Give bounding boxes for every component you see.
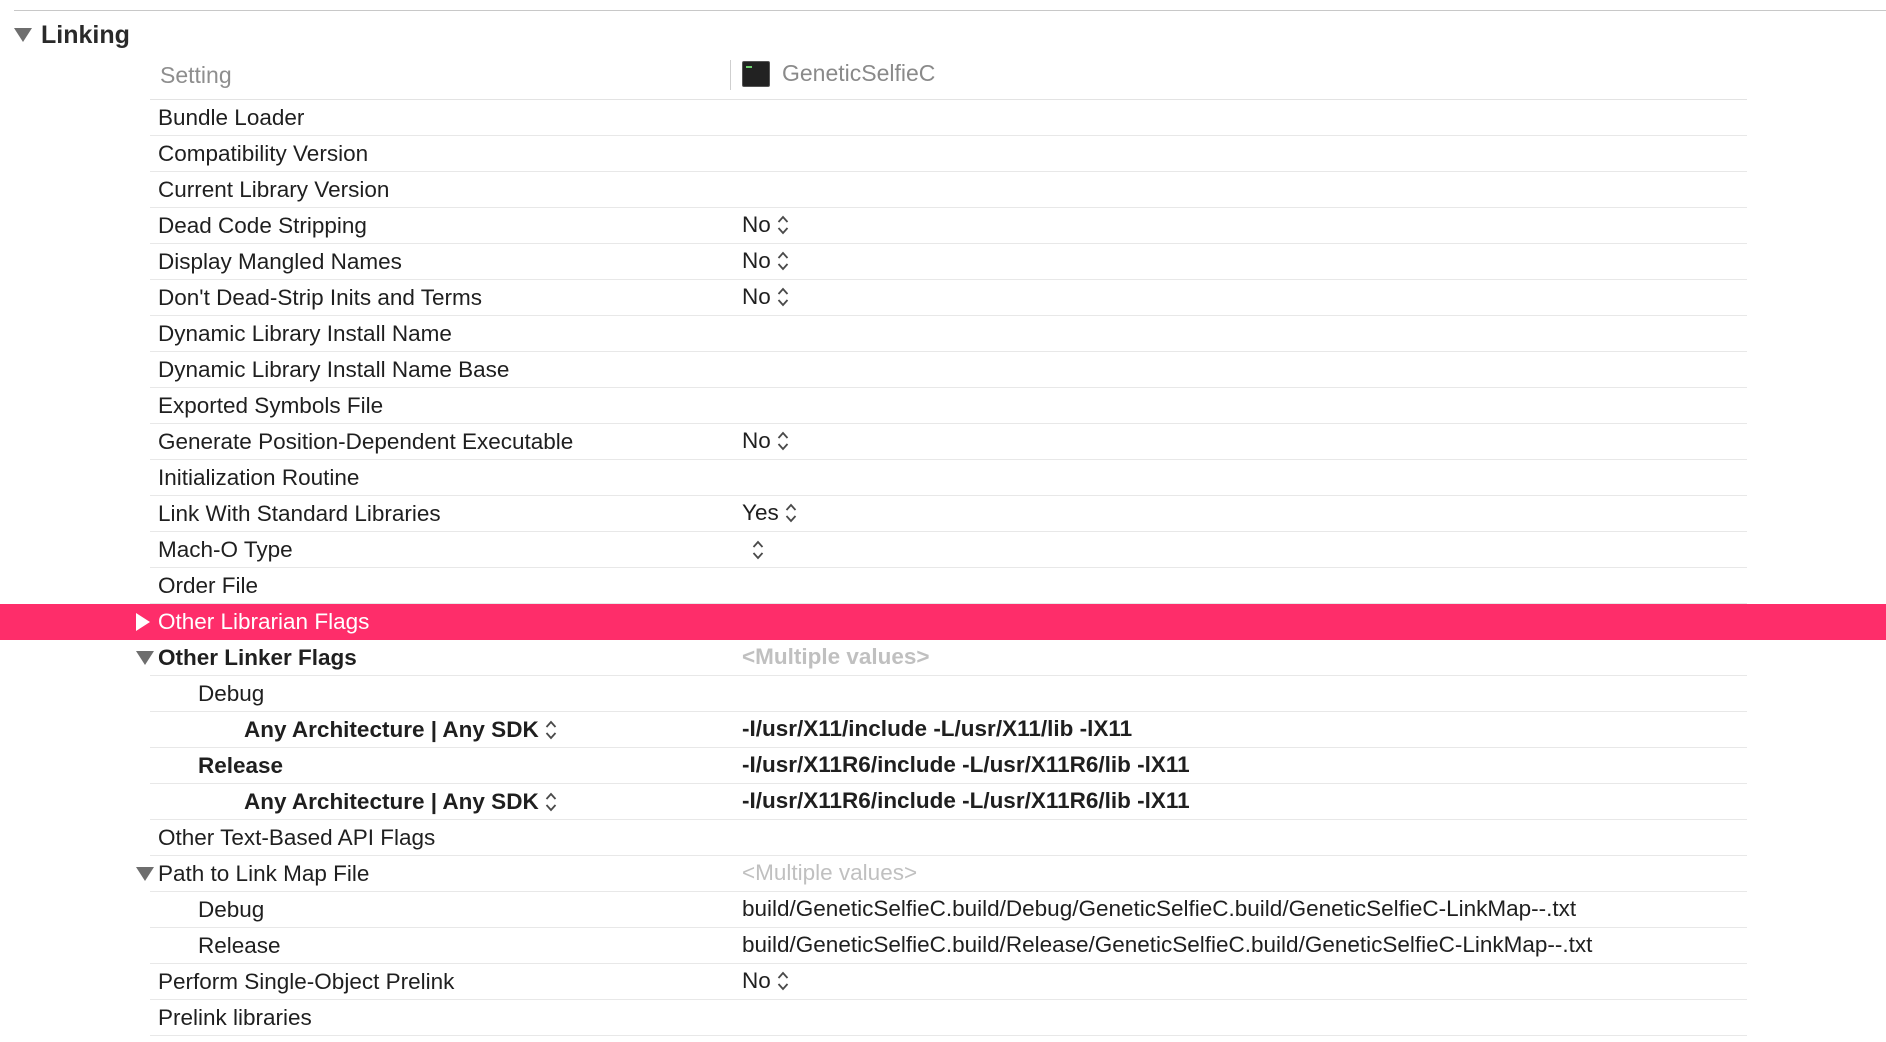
setting-value-multiple[interactable]: <Multiple values> — [742, 640, 930, 676]
stepper-chevron-icon — [777, 430, 789, 452]
setting-value[interactable]: -I/usr/X11/include -L/usr/X11/lib -lX11 — [742, 712, 1132, 748]
setting-label: Perform Single-Object Prelink — [158, 969, 455, 994]
value-popup[interactable]: No — [742, 280, 789, 316]
value-popup[interactable]: Yes — [742, 496, 797, 532]
target-column-header[interactable]: GeneticSelfieC — [742, 60, 935, 87]
setting-label: Bundle Loader — [158, 105, 305, 130]
setting-label: Dead Code Stripping — [158, 213, 367, 238]
setting-row-dylib-install-name[interactable]: Dynamic Library Install Name — [0, 316, 1886, 352]
setting-row-prelink-libraries[interactable]: Prelink libraries — [0, 1000, 1886, 1036]
settings-column-header: Setting GeneticSelfieC — [150, 52, 1747, 100]
setting-row-position-dependent-executable[interactable]: Generate Position-Dependent Executable N… — [0, 424, 1886, 460]
setting-label: Dynamic Library Install Name — [158, 321, 452, 346]
config-row-debug[interactable]: Debug build/GeneticSelfieC.build/Debug/G… — [0, 892, 1886, 928]
setting-label: Path to Link Map File — [158, 861, 370, 886]
value-popup[interactable]: No — [742, 424, 789, 460]
setting-label: Mach-O Type — [158, 537, 293, 562]
setting-label: Order File — [158, 573, 259, 598]
condition-label: Any Architecture | Any SDK — [244, 789, 539, 814]
setting-label: Prelink libraries — [158, 1005, 312, 1030]
terminal-app-icon — [742, 60, 770, 87]
setting-label: Other Librarian Flags — [158, 609, 370, 634]
disclosure-triangle-collapsed-icon[interactable] — [136, 604, 150, 640]
setting-label: Link With Standard Libraries — [158, 501, 441, 526]
setting-value: Yes — [742, 500, 779, 525]
disclosure-triangle-expanded-icon[interactable] — [14, 28, 32, 42]
config-row-release[interactable]: Release build/GeneticSelfieC.build/Relea… — [0, 928, 1886, 964]
config-label: Debug — [198, 681, 265, 706]
setting-row-dead-code-stripping[interactable]: Dead Code Stripping No — [0, 208, 1886, 244]
setting-label: Exported Symbols File — [158, 393, 384, 418]
setting-column-label: Setting — [160, 62, 232, 88]
value-popup[interactable]: No — [742, 208, 789, 244]
config-label: Release — [198, 753, 284, 778]
setting-value: No — [742, 212, 771, 237]
setting-row-path-link-map-file[interactable]: Path to Link Map File <Multiple values> — [0, 856, 1886, 892]
setting-value[interactable]: -I/usr/X11R6/include -L/usr/X11R6/lib -l… — [742, 748, 1190, 784]
value-popup[interactable]: No — [742, 244, 789, 280]
stepper-chevron-icon — [545, 791, 557, 813]
config-label: Release — [198, 933, 281, 958]
section-header-linking[interactable]: Linking — [14, 18, 130, 52]
setting-value[interactable]: build/GeneticSelfieC.build/Debug/Genetic… — [742, 892, 1576, 928]
setting-row-mach-o-type[interactable]: Mach-O Type — [0, 532, 1886, 568]
setting-label: Display Mangled Names — [158, 249, 402, 274]
setting-label: Other Linker Flags — [158, 645, 357, 670]
settings-table: Bundle Loader Compatibility Version Curr… — [0, 100, 1886, 1036]
stepper-chevron-icon — [777, 214, 789, 236]
setting-row-exported-symbols-file[interactable]: Exported Symbols File — [0, 388, 1886, 424]
setting-row-display-mangled-names[interactable]: Display Mangled Names No — [0, 244, 1886, 280]
setting-value: No — [742, 248, 771, 273]
condition-row-any-arch-sdk[interactable]: Any Architecture | Any SDK -I/usr/X11/in… — [0, 712, 1886, 748]
config-row-debug[interactable]: Debug — [0, 676, 1886, 712]
disclosure-triangle-expanded-icon[interactable] — [136, 640, 154, 676]
setting-row-dylib-install-name-base[interactable]: Dynamic Library Install Name Base — [0, 352, 1886, 388]
setting-row-link-standard-libraries[interactable]: Link With Standard Libraries Yes — [0, 496, 1886, 532]
setting-row-bundle-loader[interactable]: Bundle Loader — [0, 100, 1886, 136]
setting-label: Don't Dead-Strip Inits and Terms — [158, 285, 483, 310]
setting-row-single-object-prelink[interactable]: Perform Single-Object Prelink No — [0, 964, 1886, 1000]
setting-label: Compatibility Version — [158, 141, 369, 166]
stepper-chevron-icon — [777, 970, 789, 992]
setting-row-dont-dead-strip-inits[interactable]: Don't Dead-Strip Inits and Terms No — [0, 280, 1886, 316]
setting-label: Generate Position-Dependent Executable — [158, 429, 574, 454]
setting-row-other-linker-flags[interactable]: Other Linker Flags <Multiple values> — [0, 640, 1886, 676]
column-divider[interactable] — [730, 60, 731, 90]
setting-row-initialization-routine[interactable]: Initialization Routine — [0, 460, 1886, 496]
target-name: GeneticSelfieC — [782, 60, 936, 86]
setting-value-multiple[interactable]: <Multiple values> — [742, 856, 917, 892]
value-popup[interactable]: No — [742, 964, 789, 1000]
setting-label: Dynamic Library Install Name Base — [158, 357, 510, 382]
setting-label: Other Text-Based API Flags — [158, 825, 436, 850]
value-popup-stepper-icon[interactable] — [752, 539, 764, 566]
config-label: Debug — [198, 897, 265, 922]
setting-value[interactable]: -I/usr/X11R6/include -L/usr/X11R6/lib -l… — [742, 784, 1190, 820]
section-title: Linking — [41, 20, 130, 49]
stepper-chevron-icon — [785, 502, 797, 524]
setting-label: Initialization Routine — [158, 465, 360, 490]
setting-value[interactable]: build/GeneticSelfieC.build/Release/Genet… — [742, 928, 1592, 964]
setting-label: Current Library Version — [158, 177, 390, 202]
setting-value: No — [742, 968, 771, 993]
condition-row-any-arch-sdk[interactable]: Any Architecture | Any SDK -I/usr/X11R6/… — [0, 784, 1886, 820]
condition-label: Any Architecture | Any SDK — [244, 717, 539, 742]
disclosure-triangle-expanded-icon[interactable] — [136, 856, 154, 892]
setting-row-other-librarian-flags[interactable]: Other Librarian Flags — [0, 604, 1886, 640]
setting-row-order-file[interactable]: Order File — [0, 568, 1886, 604]
stepper-chevron-icon — [777, 286, 789, 308]
setting-row-current-library-version[interactable]: Current Library Version — [0, 172, 1886, 208]
setting-value: No — [742, 428, 771, 453]
condition-popup[interactable]: Any Architecture | Any SDK — [244, 712, 557, 748]
config-row-release[interactable]: Release -I/usr/X11R6/include -L/usr/X11R… — [0, 748, 1886, 784]
condition-popup[interactable]: Any Architecture | Any SDK — [244, 784, 557, 820]
setting-row-other-tbd-flags[interactable]: Other Text-Based API Flags — [0, 820, 1886, 856]
stepper-chevron-icon — [777, 250, 789, 272]
setting-value: No — [742, 284, 771, 309]
setting-row-compatibility-version[interactable]: Compatibility Version — [0, 136, 1886, 172]
stepper-chevron-icon — [545, 719, 557, 741]
top-divider — [14, 10, 1886, 11]
